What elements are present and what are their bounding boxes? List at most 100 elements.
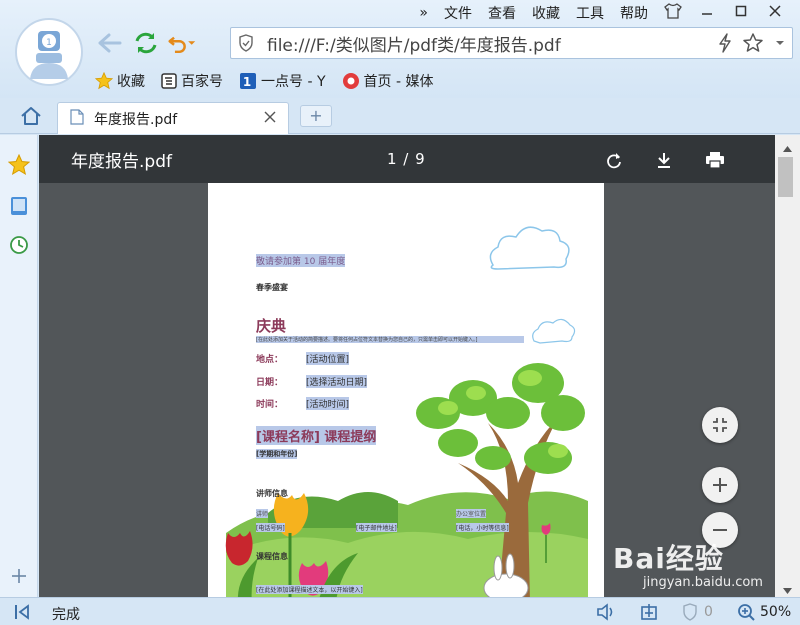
pdf-office: 办公室位置 [456,509,487,518]
page-illustration [225,226,588,597]
scrollbar-thumb[interactable] [778,157,793,197]
baidu-watermark: Bai经验 jingyan.baidu.com [613,537,763,590]
pdf-viewer: 年度报告.pdf 1 / 9 敬请参加第 10 届年度 春季盛宴 庆典 [在此处… [39,135,775,597]
baijiahao-icon [161,73,177,89]
star-icon [95,72,113,90]
sidebar-reader-icon[interactable] [9,196,29,220]
shield-count: 0 [704,604,713,620]
collapse-icon [713,418,727,432]
svg-text:1: 1 [46,38,52,48]
shield-icon [231,34,261,52]
new-tab-button[interactable]: + [300,105,332,127]
undo-icon [168,36,196,54]
address-bar[interactable]: file:///F:/类似图片/pdf类/年度报告.pdf [230,27,793,59]
download-icon [658,153,670,168]
homepage-media-icon [342,73,359,89]
menu-view[interactable]: 查看 [480,3,524,23]
zoom-icon[interactable] [737,603,755,625]
bookmark-favorites[interactable]: 收藏 [95,71,145,91]
pdf-heading: 庆典 [256,317,287,335]
print-icon [706,152,724,169]
dropdown-icon[interactable] [768,39,792,47]
skin-icon[interactable] [656,3,690,23]
pdf-toolbar: 年度报告.pdf 1 / 9 [39,135,775,183]
menu-favorites[interactable]: 收藏 [524,3,568,23]
pdf-email: [电子邮件地址] [356,523,397,532]
sound-icon[interactable] [596,603,616,625]
pdf-date-label: 日期： [256,378,284,388]
tab-annual-report[interactable]: 年度报告.pdf [57,102,289,134]
pdf-time-value: [活动时间] [306,397,350,410]
screenshot-icon[interactable] [640,603,658,625]
pdf-phone: [电话号码] [256,523,285,532]
fit-page-button[interactable] [702,407,738,443]
toggle-sidebar-icon[interactable] [14,604,32,624]
watermark-brand: Bai经验 [613,542,724,575]
avatar-icon: 1 [30,31,68,79]
watermark-url: jingyan.baidu.com [643,575,763,590]
security-shield-icon[interactable] [682,603,698,625]
rotate-button[interactable] [605,152,623,174]
bookmark-homepage[interactable]: 首页 - 媒体 [342,71,433,91]
status-text: 完成 [52,607,80,623]
vertical-scrollbar[interactable] [775,135,800,597]
pdf-hours: [电话，小时等信息] [456,523,509,532]
close-icon[interactable] [758,4,792,22]
svg-text:1: 1 [243,75,251,89]
menu-tools[interactable]: 工具 [568,3,612,23]
home-icon [21,107,41,125]
back-button[interactable] [95,28,125,58]
menu-file[interactable]: 文件 [436,3,480,23]
menu-bar: » 文件 查看 收藏 工具 帮助 [411,3,792,23]
pdf-course-info: 课程信息 [256,552,288,561]
yidianhao-icon: 1 [240,73,256,89]
refresh-icon [135,32,157,54]
menu-more[interactable]: » [411,5,436,21]
sidebar-add-icon[interactable] [10,567,28,589]
maximize-icon[interactable] [724,4,758,22]
pdf-course-title: [课程名称] 课程提纲 [256,426,377,445]
page-indicator: 1 / 9 [387,150,426,168]
pdf-filename: 年度报告.pdf [71,152,172,172]
user-avatar[interactable]: 1 [15,18,83,86]
url-text: file:///F:/类似图片/pdf类/年度报告.pdf [267,35,561,56]
pdf-page: 敬请参加第 10 届年度 春季盛宴 庆典 [在此处添加关于活动的简要描述。要将任… [208,183,604,597]
pdf-place-label: 地点： [256,355,284,365]
sidebar-history-icon[interactable] [9,235,29,259]
pdf-teacher-name: 讲师 [256,509,269,518]
menu-help[interactable]: 帮助 [612,3,656,23]
pdf-term: [学期和年份] [256,449,298,459]
pdf-bottom-note: [在此处添加课程描述文本，以开始键入] [256,585,363,594]
rotate-icon [607,153,621,169]
left-sidebar [0,135,38,597]
tab-close-icon[interactable] [264,111,276,127]
bookmark-yidianhao[interactable]: 1 一点号 - Y [239,71,326,91]
refresh-button[interactable] [131,28,161,58]
star-outline-icon[interactable] [738,32,768,54]
document-icon [70,108,86,129]
scroll-up-icon[interactable] [783,141,792,156]
status-bar: 完成 0 50% [0,597,800,625]
download-button[interactable] [655,151,673,173]
minimize-icon[interactable] [690,4,724,22]
home-button[interactable] [20,106,42,130]
pdf-date-value: [选择活动日期] [306,375,368,388]
scroll-down-icon[interactable] [783,583,792,598]
pdf-season-text: 春季盛宴 [256,283,288,292]
tab-title: 年度报告.pdf [94,111,178,128]
nav-buttons [95,28,197,58]
print-button[interactable] [705,151,725,173]
pdf-time-label: 时间： [256,400,284,410]
sidebar-favorites-icon[interactable] [7,153,31,180]
lightning-icon[interactable] [712,33,738,53]
zoom-level: 50% [760,604,792,620]
bookmarks-bar: 收藏 百家号 1 一点号 - Y 首页 - 媒体 [95,70,433,92]
plus-icon [713,478,727,492]
browser-toolbar: 1 » 文件 查看 收藏 工具 帮助 file:///F:/类似图片/pdf类/… [0,0,800,98]
arrow-left-icon [98,33,122,53]
bookmark-baijiahao[interactable]: 百家号 [161,71,223,91]
undo-close-button[interactable] [167,28,197,58]
pdf-teacher-info: 讲师信息 [256,489,288,498]
zoom-in-button[interactable] [702,467,738,503]
minus-icon [713,529,727,531]
